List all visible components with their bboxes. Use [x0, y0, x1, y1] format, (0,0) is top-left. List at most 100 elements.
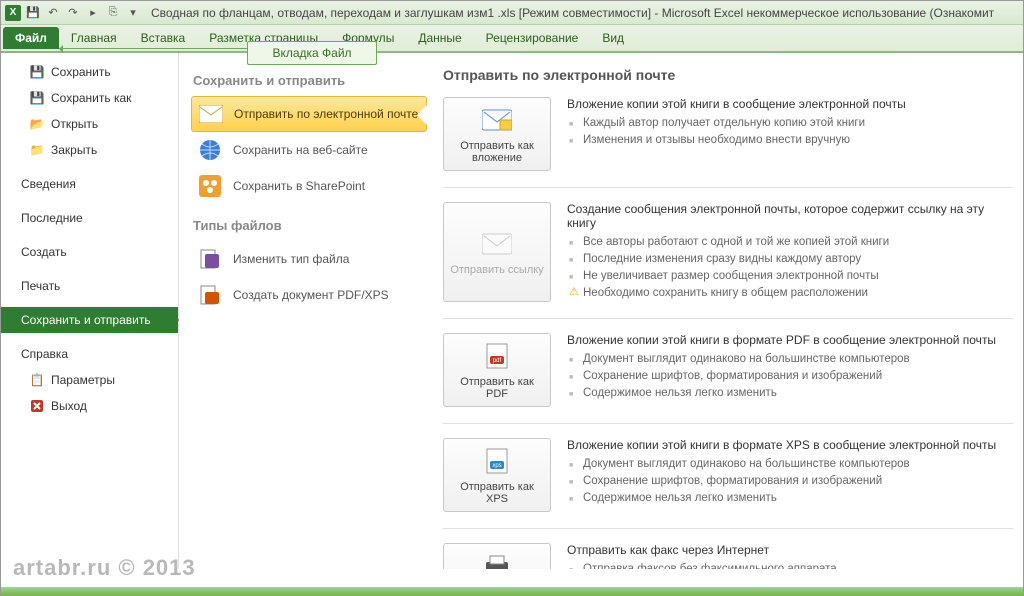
- mid-send-email[interactable]: Отправить по электронной почте: [191, 96, 427, 132]
- sidebar-label: Параметры: [51, 373, 115, 387]
- save-send-categories: Сохранить и отправить Отправить по элект…: [179, 53, 433, 569]
- sharepoint-icon: [197, 173, 223, 199]
- mid-label: Сохранить на веб-сайте: [233, 143, 368, 157]
- backstage-sidebar: 💾 Сохранить 💾 Сохранить как 📂 Открыть 📁 …: [1, 53, 179, 569]
- sidebar-close[interactable]: 📁 Закрыть: [1, 137, 178, 163]
- sidebar-print[interactable]: Печать: [1, 273, 178, 299]
- mid-save-web[interactable]: Сохранить на веб-сайте: [191, 132, 427, 168]
- tab-data[interactable]: Данные: [406, 27, 473, 49]
- sidebar-save[interactable]: 💾 Сохранить: [1, 59, 178, 85]
- exit-icon: [29, 398, 45, 414]
- divider: [443, 187, 1013, 188]
- option-send-xps: xps Отправить как XPS Вложение копии это…: [443, 438, 1013, 512]
- sidebar-label: Сохранить как: [51, 91, 131, 105]
- qat-dropdown-icon[interactable]: ▾: [125, 5, 141, 21]
- attachment-envelope-icon: [481, 104, 513, 136]
- save-qat-icon[interactable]: 💾: [25, 5, 41, 21]
- opt-head: Вложение копии этой книги в формате PDF …: [567, 333, 1013, 347]
- send-fax-button[interactable]: Отправить как факс через Интернет: [443, 543, 551, 569]
- opt-bullet: Отправка факсов без факсимильного аппара…: [567, 561, 1013, 569]
- options-icon: 📋: [29, 372, 45, 388]
- opt-bullet: Изменения и отзывы необходимо внести вру…: [567, 132, 1013, 149]
- sidebar-save-send[interactable]: Сохранить и отправить: [1, 307, 178, 333]
- tab-review[interactable]: Рецензирование: [474, 27, 591, 49]
- mid-label: Сохранить в SharePoint: [233, 179, 365, 193]
- opt-bullet: Все авторы работают с одной и той же коп…: [567, 234, 1013, 251]
- opt-bullet: Сохранение шрифтов, форматирования и изо…: [567, 368, 1013, 385]
- opt-bullet: Каждый автор получает отдельную копию эт…: [567, 115, 1013, 132]
- sidebar-options[interactable]: 📋 Параметры: [1, 367, 178, 393]
- excel-logo-icon: X: [5, 5, 21, 21]
- sidebar-label: Выход: [51, 399, 87, 413]
- envelope-icon: [198, 101, 224, 127]
- opt-bullet: Документ выглядит одинаково на большинст…: [567, 456, 1013, 473]
- callout-line: [59, 48, 247, 49]
- opt-bullet: Содержимое нельзя легко изменить: [567, 490, 1013, 507]
- opt-bullet: Содержимое нельзя легко изменить: [567, 385, 1013, 402]
- sidebar-open[interactable]: 📂 Открыть: [1, 111, 178, 137]
- sidebar-label: Сохранить: [51, 65, 111, 79]
- sidebar-help[interactable]: Справка: [1, 341, 178, 367]
- send-email-panel: Отправить по электронной почте Отправить…: [433, 53, 1023, 569]
- qat-icon-1[interactable]: ▸: [85, 5, 101, 21]
- opt-head: Отправить как факс через Интернет: [567, 543, 1013, 557]
- sidebar-recent[interactable]: Последние: [1, 205, 178, 231]
- opt-bullet: Документ выглядит одинаково на большинст…: [567, 351, 1013, 368]
- tab-insert[interactable]: Вставка: [129, 27, 198, 49]
- mid-heading-2: Типы файлов: [193, 218, 427, 233]
- opt-head: Создание сообщения электронной почты, ко…: [567, 202, 1013, 230]
- option-send-attachment: Отправить как вложение Вложение копии эт…: [443, 97, 1013, 171]
- quick-access-toolbar: X 💾 ↶ ↷ ▸ ⎘ ▾: [5, 5, 141, 21]
- save-icon: 💾: [29, 64, 45, 80]
- mid-heading-1: Сохранить и отправить: [193, 73, 427, 88]
- pdf-xps-icon: [197, 282, 223, 308]
- btn-label: Отправить как XPS: [448, 481, 546, 505]
- bottom-green-bar: [1, 587, 1023, 595]
- tab-home[interactable]: Главная: [59, 27, 129, 49]
- mid-label: Создать документ PDF/XPS: [233, 288, 389, 302]
- svg-text:xps: xps: [492, 463, 501, 469]
- sidebar-save-as[interactable]: 💾 Сохранить как: [1, 85, 178, 111]
- btn-label: Отправить ссылку: [450, 264, 543, 276]
- tab-file[interactable]: Файл: [3, 27, 59, 49]
- btn-label: Отправить как вложение: [448, 140, 546, 164]
- mid-label: Изменить тип файла: [233, 252, 349, 266]
- xps-icon: xps: [481, 445, 513, 477]
- sidebar-info[interactable]: Сведения: [1, 171, 178, 197]
- open-folder-icon: 📂: [29, 116, 45, 132]
- send-link-button[interactable]: Отправить ссылку: [443, 202, 551, 302]
- redo-qat-icon[interactable]: ↷: [65, 5, 81, 21]
- send-pdf-button[interactable]: pdf Отправить как PDF: [443, 333, 551, 407]
- option-send-fax: Отправить как факс через Интернет Отправ…: [443, 543, 1013, 569]
- mid-label: Отправить по электронной почте: [234, 107, 418, 121]
- send-xps-button[interactable]: xps Отправить как XPS: [443, 438, 551, 512]
- watermark: artabr.ru © 2013: [13, 555, 196, 581]
- opt-bullet: Последние изменения сразу видны каждому …: [567, 251, 1013, 268]
- close-folder-icon: 📁: [29, 142, 45, 158]
- tab-view[interactable]: Вид: [590, 27, 636, 49]
- opt-head: Вложение копии этой книги в формате XPS …: [567, 438, 1013, 452]
- sidebar-new[interactable]: Создать: [1, 239, 178, 265]
- mid-change-type[interactable]: Изменить тип файла: [191, 241, 427, 277]
- undo-qat-icon[interactable]: ↶: [45, 5, 61, 21]
- sidebar-exit[interactable]: Выход: [1, 393, 178, 419]
- pdf-icon: pdf: [481, 340, 513, 372]
- divider: [443, 423, 1013, 424]
- qat-icon-2[interactable]: ⎘: [105, 5, 121, 21]
- sidebar-label: Открыть: [51, 117, 98, 131]
- link-envelope-icon: [481, 228, 513, 260]
- send-attachment-button[interactable]: Отправить как вложение: [443, 97, 551, 171]
- callout-box: Вкладка Файл: [247, 41, 377, 65]
- mid-create-pdf[interactable]: Создать документ PDF/XPS: [191, 277, 427, 313]
- svg-text:pdf: pdf: [493, 358, 502, 364]
- panel-title: Отправить по электронной почте: [443, 67, 1013, 83]
- option-send-link: Отправить ссылку Создание сообщения элек…: [443, 202, 1013, 302]
- opt-head: Вложение копии этой книги в сообщение эл…: [567, 97, 1013, 111]
- sidebar-label: Закрыть: [51, 143, 97, 157]
- backstage-view: 💾 Сохранить 💾 Сохранить как 📂 Открыть 📁 …: [1, 53, 1023, 569]
- mid-save-sharepoint[interactable]: Сохранить в SharePoint: [191, 168, 427, 204]
- globe-icon: [197, 137, 223, 163]
- opt-bullet: Сохранение шрифтов, форматирования и изо…: [567, 473, 1013, 490]
- opt-bullet: Не увеличивает размер сообщения электрон…: [567, 268, 1013, 285]
- file-type-icon: [197, 246, 223, 272]
